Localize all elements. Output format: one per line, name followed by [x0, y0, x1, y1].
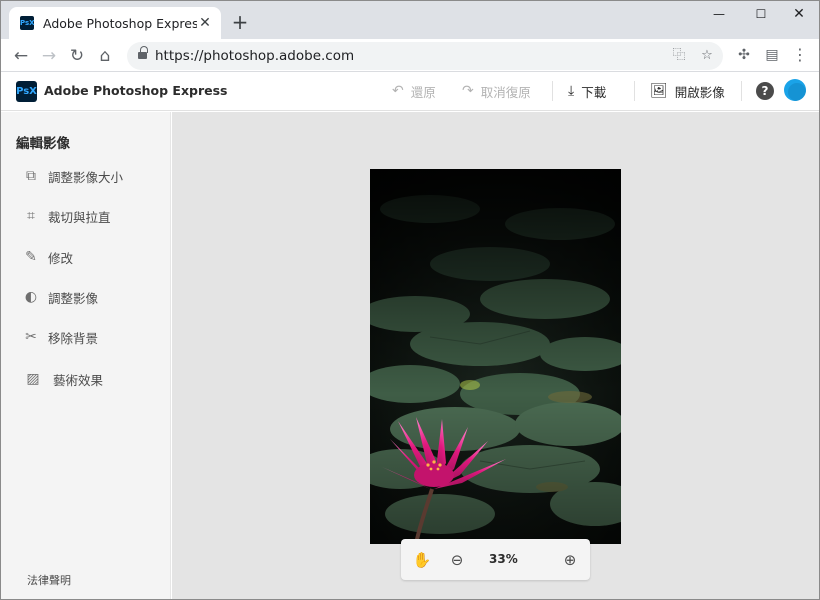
- undo-label: 還原: [410, 84, 436, 100]
- redo-button[interactable]: ↷ 取消復原: [462, 72, 531, 110]
- app-name: Adobe Photoshop Express: [44, 83, 228, 98]
- crop-icon: ⌗: [27, 208, 35, 224]
- psx-favicon-icon: PsX: [20, 16, 35, 30]
- divider: [634, 81, 635, 101]
- sidebar-item-label: 修改: [48, 250, 74, 266]
- bandage-icon: ✎: [25, 249, 37, 265]
- legal-link[interactable]: 法律聲明: [27, 572, 71, 588]
- photo-canvas[interactable]: [370, 169, 621, 544]
- water-lily-photo: [370, 169, 621, 544]
- zoom-in-icon[interactable]: ⊕: [559, 549, 581, 571]
- sidebar-item-remove-background[interactable]: ✂ 移除背景: [1, 323, 171, 351]
- profile-extension-icon[interactable]: ▤: [761, 44, 783, 66]
- canvas-area: ✋ ⊖ 33% ⊕: [172, 112, 819, 599]
- sidebar-item-label: 移除背景: [48, 330, 99, 346]
- tab-close-icon[interactable]: ✕: [197, 15, 213, 31]
- hand-pan-icon[interactable]: ✋: [411, 549, 433, 571]
- zoom-toolbar: ✋ ⊖ 33% ⊕: [401, 539, 590, 580]
- forward-icon[interactable]: →: [37, 44, 61, 68]
- browser-menu-icon[interactable]: ⋮: [789, 44, 811, 66]
- browser-toolbar: ← → ↻ ⌂ https://photoshop.adobe.com ⿻ ☆ …: [1, 39, 819, 72]
- sidebar-item-retouch[interactable]: ✎ 修改: [1, 243, 171, 271]
- psx-logo-icon: PsX: [16, 81, 37, 102]
- sidebar-item-resize[interactable]: ⧉ 調整影像大小: [1, 162, 171, 190]
- sidebar-item-label: 調整影像大小: [48, 169, 124, 185]
- sidebar-item-label: 藝術效果: [53, 372, 104, 388]
- sidebar-title: 編輯影像: [16, 136, 70, 152]
- open-image-label: 開啟影像: [674, 84, 725, 100]
- sidebar-item-crop[interactable]: ⌗ 裁切與拉直: [1, 202, 171, 230]
- help-icon[interactable]: ?: [756, 82, 774, 100]
- zoom-out-icon[interactable]: ⊖: [446, 549, 468, 571]
- tab-title: Adobe Photoshop Express: [43, 15, 197, 31]
- extensions-puzzle-icon[interactable]: ✣: [733, 44, 755, 66]
- close-window-icon[interactable]: ✕: [777, 1, 819, 29]
- resize-icon: ⧉: [26, 168, 36, 184]
- sidebar-item-artistic-effects[interactable]: ▨ 藝術效果: [1, 365, 171, 393]
- bookmark-star-icon[interactable]: ☆: [697, 46, 717, 66]
- translate-icon[interactable]: ⿻: [669, 46, 689, 66]
- user-avatar[interactable]: [784, 79, 806, 101]
- url-text[interactable]: https://photoshop.adobe.com: [155, 48, 354, 64]
- minimize-icon[interactable]: —: [697, 1, 741, 29]
- download-button[interactable]: ⤓ 下載: [568, 72, 606, 110]
- home-icon[interactable]: ⌂: [93, 44, 117, 68]
- tab-strip: PsX Adobe Photoshop Express ✕ + — ☐ ✕: [1, 1, 819, 39]
- sidebar-item-label: 裁切與拉直: [48, 209, 111, 225]
- undo-button[interactable]: ↶ 還原: [392, 72, 436, 110]
- app-header: PsX Adobe Photoshop Express ↶ 還原 ↷ 取消復原 …: [1, 72, 819, 111]
- open-image-button[interactable]: 🖼 開啟影像: [650, 72, 725, 110]
- download-label: 下載: [581, 84, 607, 100]
- download-icon: ⤓: [568, 83, 575, 99]
- divider: [741, 81, 742, 101]
- divider: [552, 81, 553, 101]
- address-bar[interactable]: https://photoshop.adobe.com ⿻ ☆: [127, 42, 723, 70]
- zoom-level: 33%: [489, 552, 518, 566]
- browser-window: PsX Adobe Photoshop Express ✕ + — ☐ ✕ ← …: [0, 0, 820, 600]
- redo-label: 取消復原: [480, 84, 531, 100]
- reload-icon[interactable]: ↻: [65, 44, 89, 68]
- new-tab-icon[interactable]: +: [229, 12, 251, 34]
- browser-tab[interactable]: PsX Adobe Photoshop Express ✕: [9, 7, 221, 39]
- sidebar-item-adjust[interactable]: ◐ 調整影像: [1, 283, 171, 311]
- sidebar-item-label: 調整影像: [48, 290, 99, 306]
- image-effects-icon: ▨: [26, 371, 40, 387]
- back-icon[interactable]: ←: [9, 44, 33, 68]
- edit-sidebar: 編輯影像 ⧉ 調整影像大小 ⌗ 裁切與拉直 ✎ 修改 ◐ 調整影像 ✂ 移除背景…: [1, 112, 171, 599]
- adjust-icon: ◐: [24, 289, 38, 305]
- redo-icon: ↷: [462, 83, 474, 99]
- image-icon: 🖼: [650, 83, 668, 99]
- lock-icon[interactable]: [138, 46, 148, 61]
- scissors-icon: ✂: [25, 329, 37, 345]
- undo-icon: ↶: [392, 83, 404, 99]
